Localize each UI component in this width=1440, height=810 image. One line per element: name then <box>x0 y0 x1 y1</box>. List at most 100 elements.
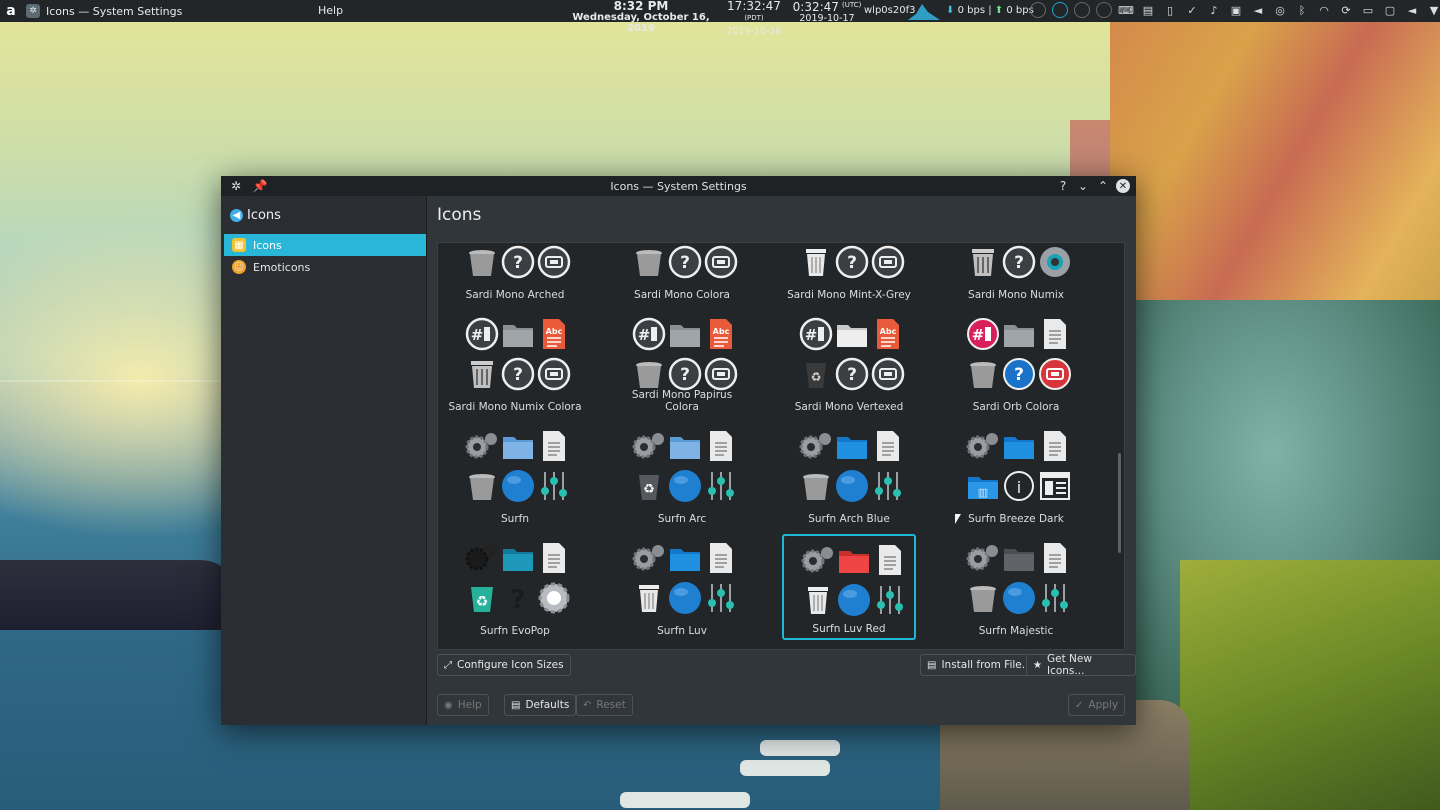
sidebar-item-emoticons[interactable]: ☺ Emoticons <box>224 256 426 278</box>
sidebar-header-label: Icons <box>247 207 281 223</box>
icon-theme-grid[interactable]: Surfn Majestic Surfn Luv Red Surfn Luv ♻? Su… <box>437 242 1125 650</box>
trash-ribbed-icon <box>965 243 1001 282</box>
layout-white-icon <box>1037 466 1073 506</box>
svg-text:?: ? <box>1014 253 1024 273</box>
help-menu[interactable]: Help <box>318 4 343 17</box>
icon-theme-tile[interactable]: ♻ Surfn Arc <box>615 422 749 528</box>
icon-theme-tile[interactable]: #? Sardi Orb Colora <box>949 310 1083 416</box>
scrollbar[interactable] <box>1118 453 1121 553</box>
tz-utc-date: 2019-10-17 <box>799 13 855 25</box>
sidebar-back-button[interactable]: ◀ Icons <box>221 196 426 234</box>
trash-gray-icon <box>965 354 1001 394</box>
window-app-icon[interactable]: ✲ <box>229 179 243 193</box>
icon-theme-tile[interactable]: # Abc? Sardi Mono Numix Colora <box>448 310 582 416</box>
bluetooth-icon[interactable]: ᛒ <box>1294 2 1310 18</box>
sidebar-item-icons[interactable]: ▦ Icons <box>224 234 426 256</box>
trash-gray-icon <box>464 466 500 506</box>
svg-text:?: ? <box>680 253 690 273</box>
icon-theme-tile[interactable]: Surfn Majestic <box>949 534 1083 640</box>
page-title: Icons <box>437 205 482 225</box>
install-from-file-button[interactable]: ▤ Install from File... <box>920 654 1039 676</box>
swap-monitor-icon[interactable] <box>1074 2 1090 18</box>
drive-white-icon <box>536 354 572 394</box>
svg-text:#: # <box>805 326 818 344</box>
icon-theme-tile[interactable]: ? Sardi Mono Arched <box>448 243 582 304</box>
drive-red-icon <box>1037 354 1073 394</box>
application-menu-icon[interactable]: a <box>0 3 22 19</box>
minimize-icon[interactable]: ⌄ <box>1076 179 1090 193</box>
trash-gray-icon <box>631 354 667 394</box>
back-arrow-icon[interactable]: ◀ <box>230 208 243 222</box>
tz-utc-time: 0:32:47 <box>792 0 839 15</box>
icon-theme-name: Sardi Mono Mint-X-Grey <box>787 289 911 301</box>
help-white-icon: ? <box>834 354 870 394</box>
drive-white-icon <box>870 354 906 394</box>
files-icon[interactable]: ▭ <box>1360 2 1376 18</box>
tz-pdt-date: 2019-10-16 <box>726 26 782 38</box>
notifications-icon[interactable]: ▢ <box>1382 2 1398 18</box>
doc-white-icon <box>536 426 572 466</box>
icon-theme-tile[interactable]: ▥ i Surfn Breeze Dark <box>949 422 1083 528</box>
tz-pdt-time: 17:32:47 <box>727 0 781 13</box>
system-tray: ⌨ ▤ ▯ ✓ ♪ ▣ ◄ ◎ ᛒ ◠ ⟳ ▭ ▢ ◄ ▼ ✲ <box>1030 2 1440 18</box>
microphone-icon[interactable]: ♪ <box>1206 2 1222 18</box>
checkmark-icon[interactable]: ✓ <box>1184 2 1200 18</box>
close-icon[interactable]: ✕ <box>1116 179 1130 193</box>
install-label: Install from File... <box>941 659 1032 671</box>
volume-icon[interactable]: ◄ <box>1250 2 1266 18</box>
icon-preview <box>464 426 570 506</box>
svg-text:?: ? <box>513 253 523 273</box>
mouse-cursor <box>955 514 961 524</box>
trash-gray-icon <box>798 466 834 506</box>
configure-icon-sizes-button[interactable]: ⤢ Configure Icon Sizes <box>437 654 571 676</box>
icon-theme-tile[interactable]: ? Sardi Mono Mint-X-Grey <box>782 243 916 304</box>
apply-button[interactable]: ✓ Apply <box>1068 694 1126 716</box>
download-arrow-icon: ⬇ <box>946 5 955 16</box>
pin-icon[interactable]: 📌 <box>253 179 268 193</box>
icon-theme-tile[interactable]: ? Sardi Mono Colora <box>615 243 749 304</box>
reset-button[interactable]: ↶ Reset <box>576 694 633 716</box>
keyboard-icon[interactable]: ⌨ <box>1118 2 1134 18</box>
memory-monitor-icon[interactable] <box>1052 2 1068 18</box>
defaults-button[interactable]: ▤ Defaults <box>504 694 577 716</box>
updates-icon[interactable]: ⟳ <box>1338 2 1354 18</box>
tz-pdt-label: (PDT) <box>744 14 764 22</box>
clipboard-icon[interactable]: ▤ <box>1140 2 1156 18</box>
disk-monitor-icon[interactable] <box>1096 2 1112 18</box>
trash-white-icon <box>798 243 834 282</box>
screenshot-icon[interactable]: ▣ <box>1228 2 1244 18</box>
folder-gray-icon <box>500 314 536 354</box>
window-titlebar[interactable]: ✲ 📌 Icons — System Settings ? ⌄ ⌃ ✕ <box>221 176 1136 196</box>
maximize-icon[interactable]: ⌃ <box>1096 179 1110 193</box>
gear-white-icon <box>536 578 572 618</box>
clock-time: 8:32 PM <box>613 0 669 13</box>
folder-teal-icon <box>500 538 536 578</box>
svg-text:?: ? <box>510 585 525 615</box>
folder-dark-icon <box>1001 538 1037 578</box>
icon-theme-tile[interactable]: Surfn Arch Blue <box>782 422 916 528</box>
help-white-icon: ? <box>1001 243 1037 282</box>
context-help-icon[interactable]: ? <box>1056 179 1070 193</box>
icon-theme-tile[interactable]: Surfn Luv <box>615 534 749 640</box>
icon-theme-tile[interactable]: ♻? Surfn EvoPop <box>448 534 582 640</box>
get-new-icons-button[interactable]: ★ Get New Icons... <box>1026 653 1136 677</box>
icon-theme-tile[interactable]: Surfn Luv Red <box>782 534 916 640</box>
icon-theme-tile[interactable]: # Abc ♻? Sardi Mono Vertexed <box>782 310 916 416</box>
wifi-icon[interactable]: ◠ <box>1316 2 1332 18</box>
speaker-icon[interactable]: ◄ <box>1404 2 1420 18</box>
cpu-monitor-icon[interactable] <box>1030 2 1046 18</box>
icon-theme-name: Surfn Luv Red <box>812 623 886 635</box>
notes-icon[interactable]: ▯ <box>1162 2 1178 18</box>
trash-ribbed-icon <box>464 354 500 394</box>
icon-theme-tile[interactable]: ? Sardi Mono Numix <box>949 243 1083 304</box>
icon-theme-tile[interactable]: # Abc? Sardi Mono Papirus Colora <box>615 310 749 416</box>
sliders-icon <box>872 580 908 620</box>
icon-preview: ? <box>631 243 738 282</box>
folder-gray-icon <box>1001 314 1037 354</box>
icon-theme-tile[interactable]: Surfn <box>448 422 582 528</box>
digital-clock[interactable]: 8:32 PM Wednesday, October 16, 2019 <box>563 0 719 34</box>
tray-expand-icon[interactable]: ▼ <box>1426 2 1440 18</box>
help-button[interactable]: ◉ Help <box>437 694 489 716</box>
help-white-icon: ? <box>500 354 536 394</box>
kde-connect-icon[interactable]: ◎ <box>1272 2 1288 18</box>
